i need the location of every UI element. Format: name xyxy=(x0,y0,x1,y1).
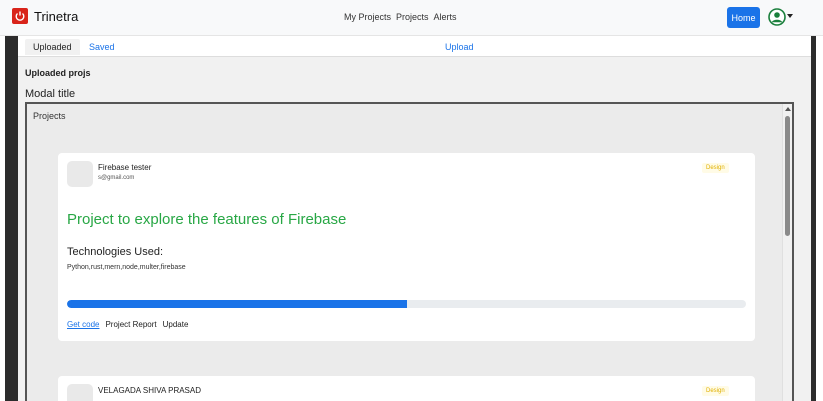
scroll-up-arrow-icon[interactable] xyxy=(785,107,791,111)
modal-body: Projects Firebase tester s@gmail.com Des… xyxy=(25,102,794,401)
projects-label: Projects xyxy=(33,111,66,121)
brand-name: Trinetra xyxy=(34,8,79,24)
category-badge: Design xyxy=(702,163,729,173)
brand[interactable]: Trinetra xyxy=(12,8,78,24)
nav-link-my-projects[interactable]: My Projects xyxy=(344,12,391,22)
scrollbar-thumb[interactable] xyxy=(785,116,790,236)
nav-links: My Projects Projects Alerts xyxy=(344,12,457,22)
project-report-link[interactable]: Project Report xyxy=(105,320,156,329)
update-link[interactable]: Update xyxy=(163,320,189,329)
card-actions: Get code Project Report Update xyxy=(67,320,188,329)
scrollbar[interactable] xyxy=(782,104,792,401)
tab-uploaded[interactable]: Uploaded xyxy=(25,39,80,55)
tab-saved[interactable]: Saved xyxy=(89,42,115,52)
modal-title: Modal title xyxy=(25,88,76,100)
owner-name: VELAGADA SHIVA PRASAD xyxy=(98,386,202,395)
progress-bar xyxy=(67,300,746,308)
progress-bar-fill xyxy=(67,300,407,308)
top-navbar: Trinetra My Projects Projects Alerts Hom… xyxy=(0,0,823,36)
main-page: Uploaded Saved Upload Uploaded projs Mod… xyxy=(18,36,811,401)
home-button[interactable]: Home xyxy=(727,7,760,28)
tab-bar: Uploaded Saved Upload xyxy=(18,36,811,57)
technologies-heading: Technologies Used: xyxy=(67,246,164,258)
owner-name: Firebase tester xyxy=(98,163,152,172)
owner-email: s@gmail.com xyxy=(98,175,135,181)
section-heading: Uploaded projs xyxy=(25,68,91,78)
avatar xyxy=(67,161,93,187)
project-title: Project to explore the features of Fireb… xyxy=(67,211,347,228)
brand-logo-icon xyxy=(12,8,28,24)
user-avatar-icon[interactable] xyxy=(768,8,786,26)
nav-link-alerts[interactable]: Alerts xyxy=(434,12,457,22)
nav-link-projects[interactable]: Projects xyxy=(396,12,429,22)
project-card: VELAGADA SHIVA PRASAD Design xyxy=(58,376,755,401)
technologies-list: Python,rust,mern,node,multer,firebase xyxy=(67,264,186,271)
get-code-link[interactable]: Get code xyxy=(67,320,99,329)
chevron-down-icon[interactable] xyxy=(787,14,793,18)
project-card: Firebase tester s@gmail.com Design Proje… xyxy=(58,153,755,341)
avatar xyxy=(67,384,93,401)
tab-upload[interactable]: Upload xyxy=(445,42,474,52)
category-badge: Design xyxy=(702,386,729,396)
